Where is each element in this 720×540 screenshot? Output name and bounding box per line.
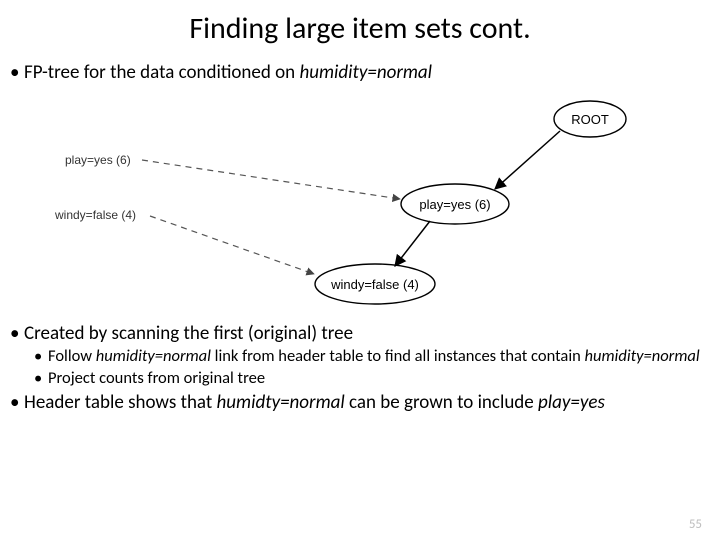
node-windy-false: windy=false (4) bbox=[315, 264, 435, 304]
bullet-fp-tree: FP-tree for the data conditioned on humi… bbox=[24, 61, 700, 85]
bullet-header-table: Header table shows that humidty=normal c… bbox=[24, 391, 700, 415]
root-label: ROOT bbox=[571, 112, 609, 127]
edge-play-windy bbox=[395, 221, 430, 266]
text-italic: humidity=normal bbox=[585, 346, 700, 366]
bottom-bullets: Created by scanning the first (original)… bbox=[0, 322, 720, 415]
node-root: ROOT bbox=[554, 101, 626, 137]
top-bullets: FP-tree for the data conditioned on humi… bbox=[0, 61, 720, 85]
bullet-follow: Follow humidity=normal link from header … bbox=[48, 346, 700, 367]
text: link from header table to find all insta… bbox=[211, 346, 585, 366]
header-play-yes: play=yes (6) bbox=[65, 153, 131, 167]
fp-tree-diagram: ROOT play=yes (6) windy=false (4) play=y… bbox=[0, 89, 720, 314]
text: FP-tree for the data conditioned on bbox=[24, 61, 299, 84]
text-italic: humidity=normal bbox=[299, 61, 432, 84]
edge-root-play bbox=[495, 131, 560, 189]
text: can be grown to include bbox=[345, 391, 538, 414]
link-header-play bbox=[142, 160, 400, 199]
text-italic: humidty=normal bbox=[217, 391, 345, 414]
text: Header table shows that bbox=[24, 391, 217, 414]
text: Project counts from original tree bbox=[48, 368, 265, 388]
link-header-windy bbox=[150, 216, 314, 274]
slide-title: Finding large item sets cont. bbox=[0, 0, 720, 61]
bullet-project: Project counts from original tree bbox=[48, 368, 700, 389]
text: Created by scanning the first (original)… bbox=[24, 322, 353, 345]
node-play-yes: play=yes (6) bbox=[401, 184, 509, 224]
play-label: play=yes (6) bbox=[419, 197, 490, 212]
text-italic: humidity=normal bbox=[96, 346, 211, 366]
text-italic: play=yes bbox=[538, 391, 605, 414]
windy-label: windy=false (4) bbox=[330, 277, 419, 292]
text: Follow bbox=[48, 346, 96, 366]
header-windy-false: windy=false (4) bbox=[54, 208, 136, 222]
bullet-created: Created by scanning the first (original)… bbox=[24, 322, 700, 389]
page-number: 55 bbox=[689, 517, 702, 532]
